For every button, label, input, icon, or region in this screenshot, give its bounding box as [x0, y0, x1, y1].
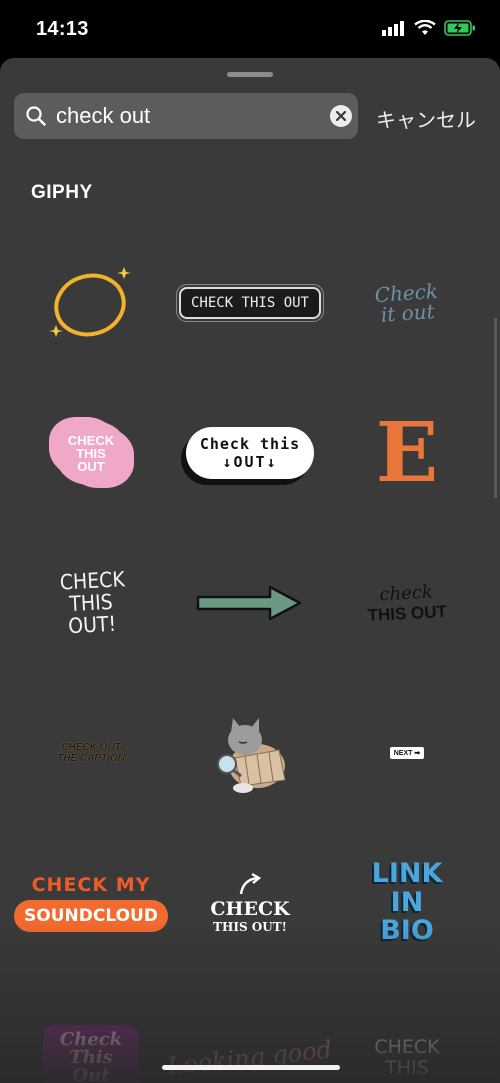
sticker-check-this-out-bubble[interactable]: Check this ↓OUT↓ [167, 378, 333, 528]
sticker-pink-cloud[interactable]: CHECK THIS OUT [8, 378, 174, 528]
sticker-text-line2: ↓OUT↓ [222, 453, 278, 471]
sticker-check-this-out-purple[interactable]: Check This Out [8, 983, 174, 1083]
sticker-text-line2: THIS OUT! [213, 920, 287, 934]
sticker-check-this-blue[interactable]: CHECK THIS [324, 983, 490, 1083]
cancel-button[interactable]: キャンセル [376, 104, 476, 133]
search-bar[interactable] [14, 93, 358, 139]
search-input[interactable] [56, 93, 326, 139]
sticker-green-arrow[interactable] [167, 528, 333, 678]
sticker-text-line2: SOUNDCLOUD [14, 900, 168, 932]
scrollbar[interactable] [494, 318, 497, 498]
sticker-check-my-soundcloud[interactable]: CHECK MY SOUNDCLOUD [8, 828, 174, 978]
sticker-text-line1: CHECK [210, 898, 290, 920]
arrow-right-icon [196, 585, 302, 621]
battery-charging-icon [444, 20, 475, 36]
sticker-check-out-the-caption[interactable]: CHECK OUT THE CAPTION [8, 678, 174, 828]
gold-ring-sparkle-graphic [49, 267, 131, 337]
sticker-next-button[interactable]: NEXT ➡ [324, 678, 490, 828]
detective-cat-icon [217, 718, 286, 793]
sticker-text: Check This Out [43, 1025, 139, 1083]
soundcloud-group: CHECK MY SOUNDCLOUD [14, 874, 168, 932]
sticker-check-this-out-arrow[interactable]: CHECK THIS OUT! [167, 828, 333, 978]
sticker-check-this-out-black[interactable]: check THIS OUT [324, 528, 490, 678]
check-this-group: CHECK THIS [374, 1037, 439, 1079]
black-text-group: check THIS OUT [366, 580, 447, 625]
sticker-text-line1: CHECK OUT [61, 742, 121, 753]
sticker-text: CHECK THIS OUT! [59, 567, 126, 639]
pink-cloud-shape: CHECK THIS OUT [55, 421, 127, 485]
speech-bubble: Check this ↓OUT↓ [185, 427, 315, 479]
sticker-text: CHECK THIS OUT [190, 295, 309, 311]
sticker-detective-cat[interactable] [167, 678, 333, 828]
sticker-gold-ring[interactable] [8, 228, 174, 378]
wifi-icon [414, 20, 436, 35]
sticker-text: NEXT ➡ [389, 747, 425, 759]
sticker-text-line1: CHECK MY [31, 874, 151, 896]
sticker-text-line2: THE CAPTION [57, 753, 125, 764]
sticker-text: Check it out [373, 278, 439, 327]
sticker-text-line1: Check this [199, 435, 301, 453]
sticker-text-line2: THIS OUT [367, 601, 448, 625]
check-arrow-group: CHECK THIS OUT! [210, 872, 290, 934]
sticker-link-in-bio[interactable]: LINK IN BIO [324, 828, 490, 978]
sticker-text-line2: IN [390, 886, 424, 918]
badge-frame: CHECK THIS OUT [175, 284, 325, 322]
cellular-signal-icon [382, 21, 404, 36]
status-bar: 14:13 [0, 0, 500, 60]
close-icon [336, 111, 346, 121]
status-time: 14:13 [36, 18, 89, 40]
curved-arrow-icon [239, 872, 262, 895]
sticker-check-this-out-handwritten[interactable]: CHECK THIS OUT! [8, 528, 174, 678]
sticker-text-line3: BIO [380, 915, 434, 947]
sticker-text-line1: CHECK [374, 1036, 440, 1059]
sticker-text: CHECK THIS OUT [67, 432, 115, 474]
sticker-text-line1: LINK [371, 858, 443, 890]
caption-text-group: CHECK OUT THE CAPTION [57, 742, 125, 764]
search-icon [26, 106, 46, 126]
clear-search-button[interactable] [330, 105, 352, 127]
sheet-grabber[interactable] [227, 72, 273, 77]
sticker-text: E [375, 405, 439, 501]
sticker-text: Looking good [166, 1035, 334, 1081]
sticker-check-this-out-badge[interactable]: CHECK THIS OUT [167, 228, 333, 378]
home-indicator[interactable] [162, 1065, 340, 1070]
section-label-giphy: GIPHY [31, 182, 93, 203]
status-icons [382, 20, 476, 36]
sticker-check-it-out-script[interactable]: Check it out [324, 228, 490, 378]
sticker-text-line2: THIS [385, 1057, 429, 1079]
sticker-sheet: キャンセル GIPHY CHECK THIS OUT Check it out … [0, 58, 500, 1083]
link-in-bio-group: LINK IN BIO [372, 860, 443, 945]
sticker-orange-e[interactable]: E [324, 378, 490, 528]
